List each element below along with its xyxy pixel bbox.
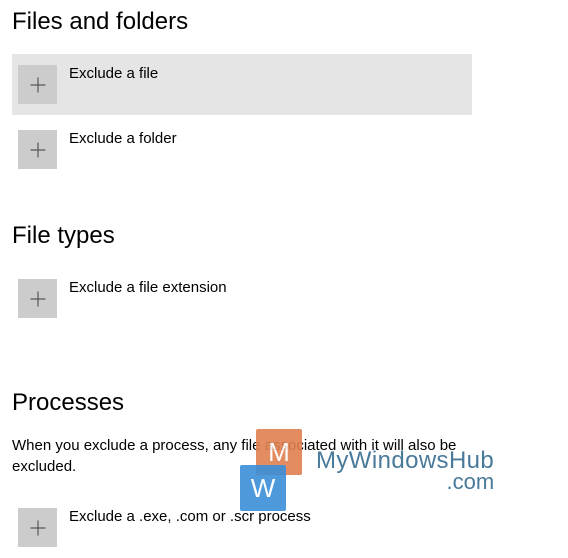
processes-description: When you exclude a process, any file ass… (12, 435, 512, 477)
exclude-process-button[interactable]: Exclude a .exe, .com or .scr process (12, 497, 472, 558)
add-icon (18, 508, 57, 547)
exclude-file-button[interactable]: Exclude a file (12, 54, 472, 115)
add-icon (18, 65, 57, 104)
heading-file-types: File types (12, 222, 556, 250)
exclude-folder-button[interactable]: Exclude a folder (12, 119, 472, 180)
section-files-and-folders: Files and folders Exclude a file Exclude… (12, 8, 556, 180)
heading-processes: Processes (12, 389, 556, 417)
add-icon (18, 279, 57, 318)
section-processes: Processes When you exclude a process, an… (12, 389, 556, 558)
add-icon (18, 130, 57, 169)
exclude-folder-label: Exclude a folder (69, 130, 177, 147)
section-file-types: File types Exclude a file extension (12, 222, 556, 329)
heading-files-and-folders: Files and folders (12, 8, 556, 36)
exclude-file-extension-label: Exclude a file extension (69, 279, 227, 296)
exclude-file-extension-button[interactable]: Exclude a file extension (12, 268, 472, 329)
exclude-file-label: Exclude a file (69, 65, 158, 82)
exclude-process-label: Exclude a .exe, .com or .scr process (69, 508, 311, 525)
